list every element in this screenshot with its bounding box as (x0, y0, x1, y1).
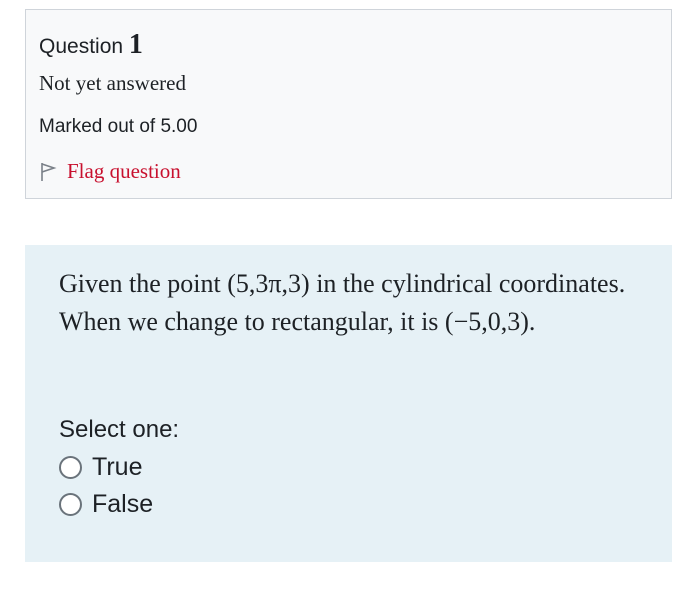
question-text: Given the point (5,3π,3) in the cylindri… (59, 269, 626, 336)
radio-button-false[interactable] (59, 493, 82, 516)
question-number-heading: Question 1 (39, 29, 143, 61)
radio-button-true[interactable] (59, 456, 82, 479)
question-word: Question (39, 35, 124, 58)
select-one-prompt: Select one: (59, 416, 180, 443)
question-state: Not yet answered (39, 71, 186, 95)
question-formulation: Given the point (5,3π,3) in the cylindri… (25, 245, 672, 562)
answer-label-false: False (92, 490, 154, 518)
answer-label-true: True (92, 453, 143, 481)
flag-outline-icon (39, 162, 57, 182)
flag-question-link[interactable]: Flag question (39, 159, 181, 184)
question-grade: Marked out of 5.00 (39, 116, 198, 137)
flag-question-label: Flag question (67, 159, 181, 183)
question-info-panel: Question 1 Not yet answered Marked out o… (25, 9, 672, 199)
question-number: 1 (128, 29, 143, 60)
answer-option-true[interactable]: True (59, 453, 142, 482)
answer-option-false[interactable]: False (59, 490, 153, 519)
